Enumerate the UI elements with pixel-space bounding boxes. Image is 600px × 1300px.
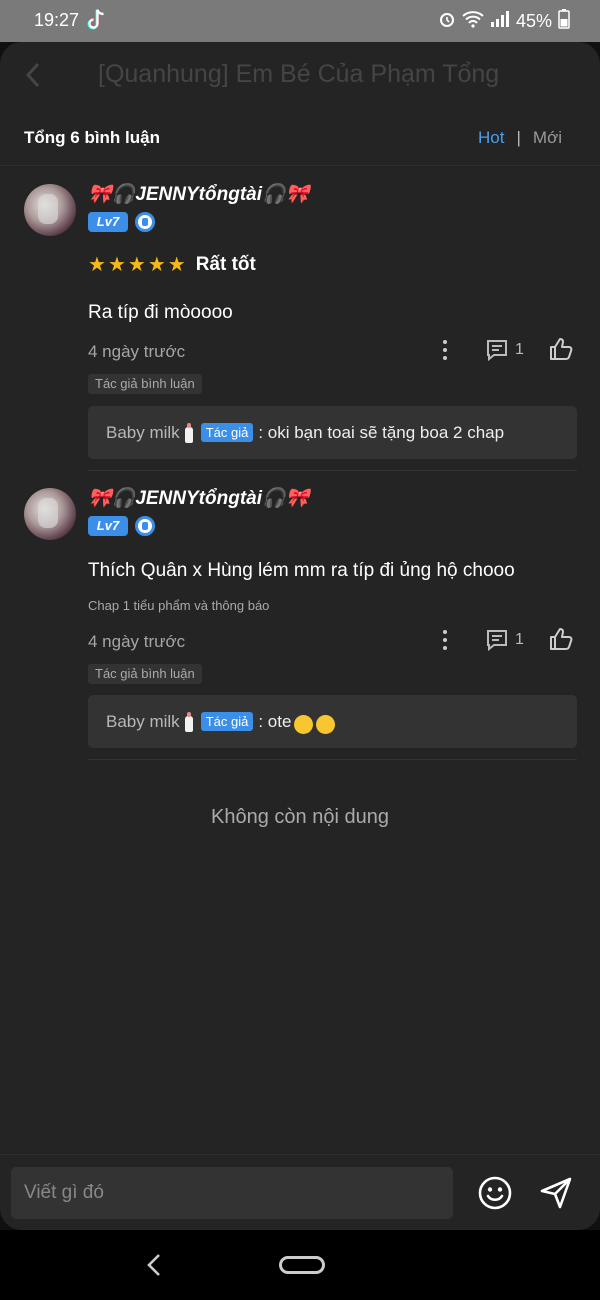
signal-icon xyxy=(490,10,510,33)
more-options-icon[interactable] xyxy=(440,340,450,362)
smile-emoji-icon xyxy=(294,715,314,734)
author-commented-tag: Tác giả bình luận xyxy=(88,374,202,394)
star-icon: ★ xyxy=(127,254,146,276)
emoji-icon[interactable] xyxy=(477,1175,513,1216)
sort-new-tab[interactable]: Mới xyxy=(533,128,562,148)
comment-total: Tổng 6 bình luận xyxy=(24,128,160,147)
milk-bottle-icon xyxy=(184,711,193,732)
alarm-icon xyxy=(438,10,456,33)
status-bar: 19:27 45% xyxy=(0,0,600,42)
reply-count: 1 xyxy=(515,631,524,648)
back-chevron-icon[interactable] xyxy=(22,60,44,95)
reply-text: : oki bạn toai sẽ tặng boa 2 chap xyxy=(258,422,505,442)
author-badge: Tác giả xyxy=(200,712,254,731)
comment-icon xyxy=(487,340,507,362)
star-icon: ★ xyxy=(147,254,166,276)
nav-home-icon[interactable] xyxy=(279,1256,325,1274)
rating: ★ ★ ★ ★ ★ Rất tốt xyxy=(88,252,256,277)
system-nav-bar xyxy=(0,1230,600,1300)
divider xyxy=(88,759,577,760)
comment-input[interactable]: Viết gì đó xyxy=(11,1167,453,1219)
reply-username: Baby milk xyxy=(106,711,180,731)
author-commented-tag: Tác giả bình luận xyxy=(88,664,202,684)
end-of-content-label: Không còn nội dung xyxy=(211,806,389,828)
author-reply[interactable]: Baby milk Tác giả : ote xyxy=(88,695,577,748)
rating-label: Rất tốt xyxy=(195,253,256,275)
sort-separator: | xyxy=(516,128,521,147)
more-options-icon[interactable] xyxy=(440,630,450,652)
comment-username[interactable]: 🎀🎧JENNYtổngtài🎧🎀 xyxy=(88,486,309,510)
comment-icon xyxy=(487,630,507,652)
verified-icon xyxy=(135,516,155,536)
sort-hot-tab[interactable]: Hot xyxy=(478,128,504,148)
comments-sheet: [Quanhung] Em Bé Của Phạm Tổng Tổng 6 bì… xyxy=(0,42,600,1230)
divider xyxy=(88,470,577,471)
reply-button[interactable]: 1 xyxy=(485,338,524,362)
nav-back-icon[interactable] xyxy=(145,1252,163,1283)
like-icon[interactable] xyxy=(548,336,574,367)
milk-bottle-icon xyxy=(184,422,193,443)
star-icon: ★ xyxy=(167,254,186,276)
status-icons: 45% xyxy=(438,9,570,34)
level-badge: Lv7 xyxy=(88,516,128,536)
comment-time: 4 ngày trước xyxy=(88,342,186,361)
comment-text: Thích Quân x Hùng lém mm ra típ đi ủng h… xyxy=(88,560,515,581)
like-icon[interactable] xyxy=(548,626,574,657)
page-title: [Quanhung] Em Bé Của Phạm Tổng xyxy=(98,60,500,88)
author-badge: Tác giả xyxy=(200,423,254,442)
reply-button[interactable]: 1 xyxy=(485,628,524,652)
wifi-icon xyxy=(462,10,484,33)
avatar[interactable] xyxy=(24,184,76,236)
avatar[interactable] xyxy=(24,488,76,540)
reply-text: : ote xyxy=(258,711,292,731)
reply-count: 1 xyxy=(515,341,524,358)
battery-percent: 45% xyxy=(515,11,552,31)
smile-emoji-icon xyxy=(316,715,336,734)
star-icon: ★ xyxy=(107,254,126,276)
author-reply[interactable]: Baby milk Tác giả : oki bạn toai sẽ tặng… xyxy=(88,406,577,459)
comment-text: Ra típ đi mòoooo xyxy=(88,302,233,323)
chapter-link[interactable]: Chap 1 tiểu phẩm và thông báo xyxy=(88,598,269,613)
battery-icon xyxy=(558,9,570,34)
comment-time: 4 ngày trước xyxy=(88,632,186,651)
star-icon: ★ xyxy=(88,254,106,276)
comment-username[interactable]: 🎀🎧JENNYtổngtài🎧🎀 xyxy=(88,182,309,206)
sort-tabs: Hot | Mới xyxy=(478,128,562,148)
comments-header: Tổng 6 bình luận Hot | Mới xyxy=(0,116,600,166)
reply-username: Baby milk xyxy=(106,422,180,442)
send-icon[interactable] xyxy=(538,1175,574,1216)
tiktok-icon xyxy=(86,8,106,37)
level-badge: Lv7 xyxy=(88,212,128,232)
status-time: 19:27 xyxy=(34,10,80,30)
verified-icon xyxy=(135,212,155,232)
comment-input-bar: Viết gì đó xyxy=(0,1154,600,1230)
